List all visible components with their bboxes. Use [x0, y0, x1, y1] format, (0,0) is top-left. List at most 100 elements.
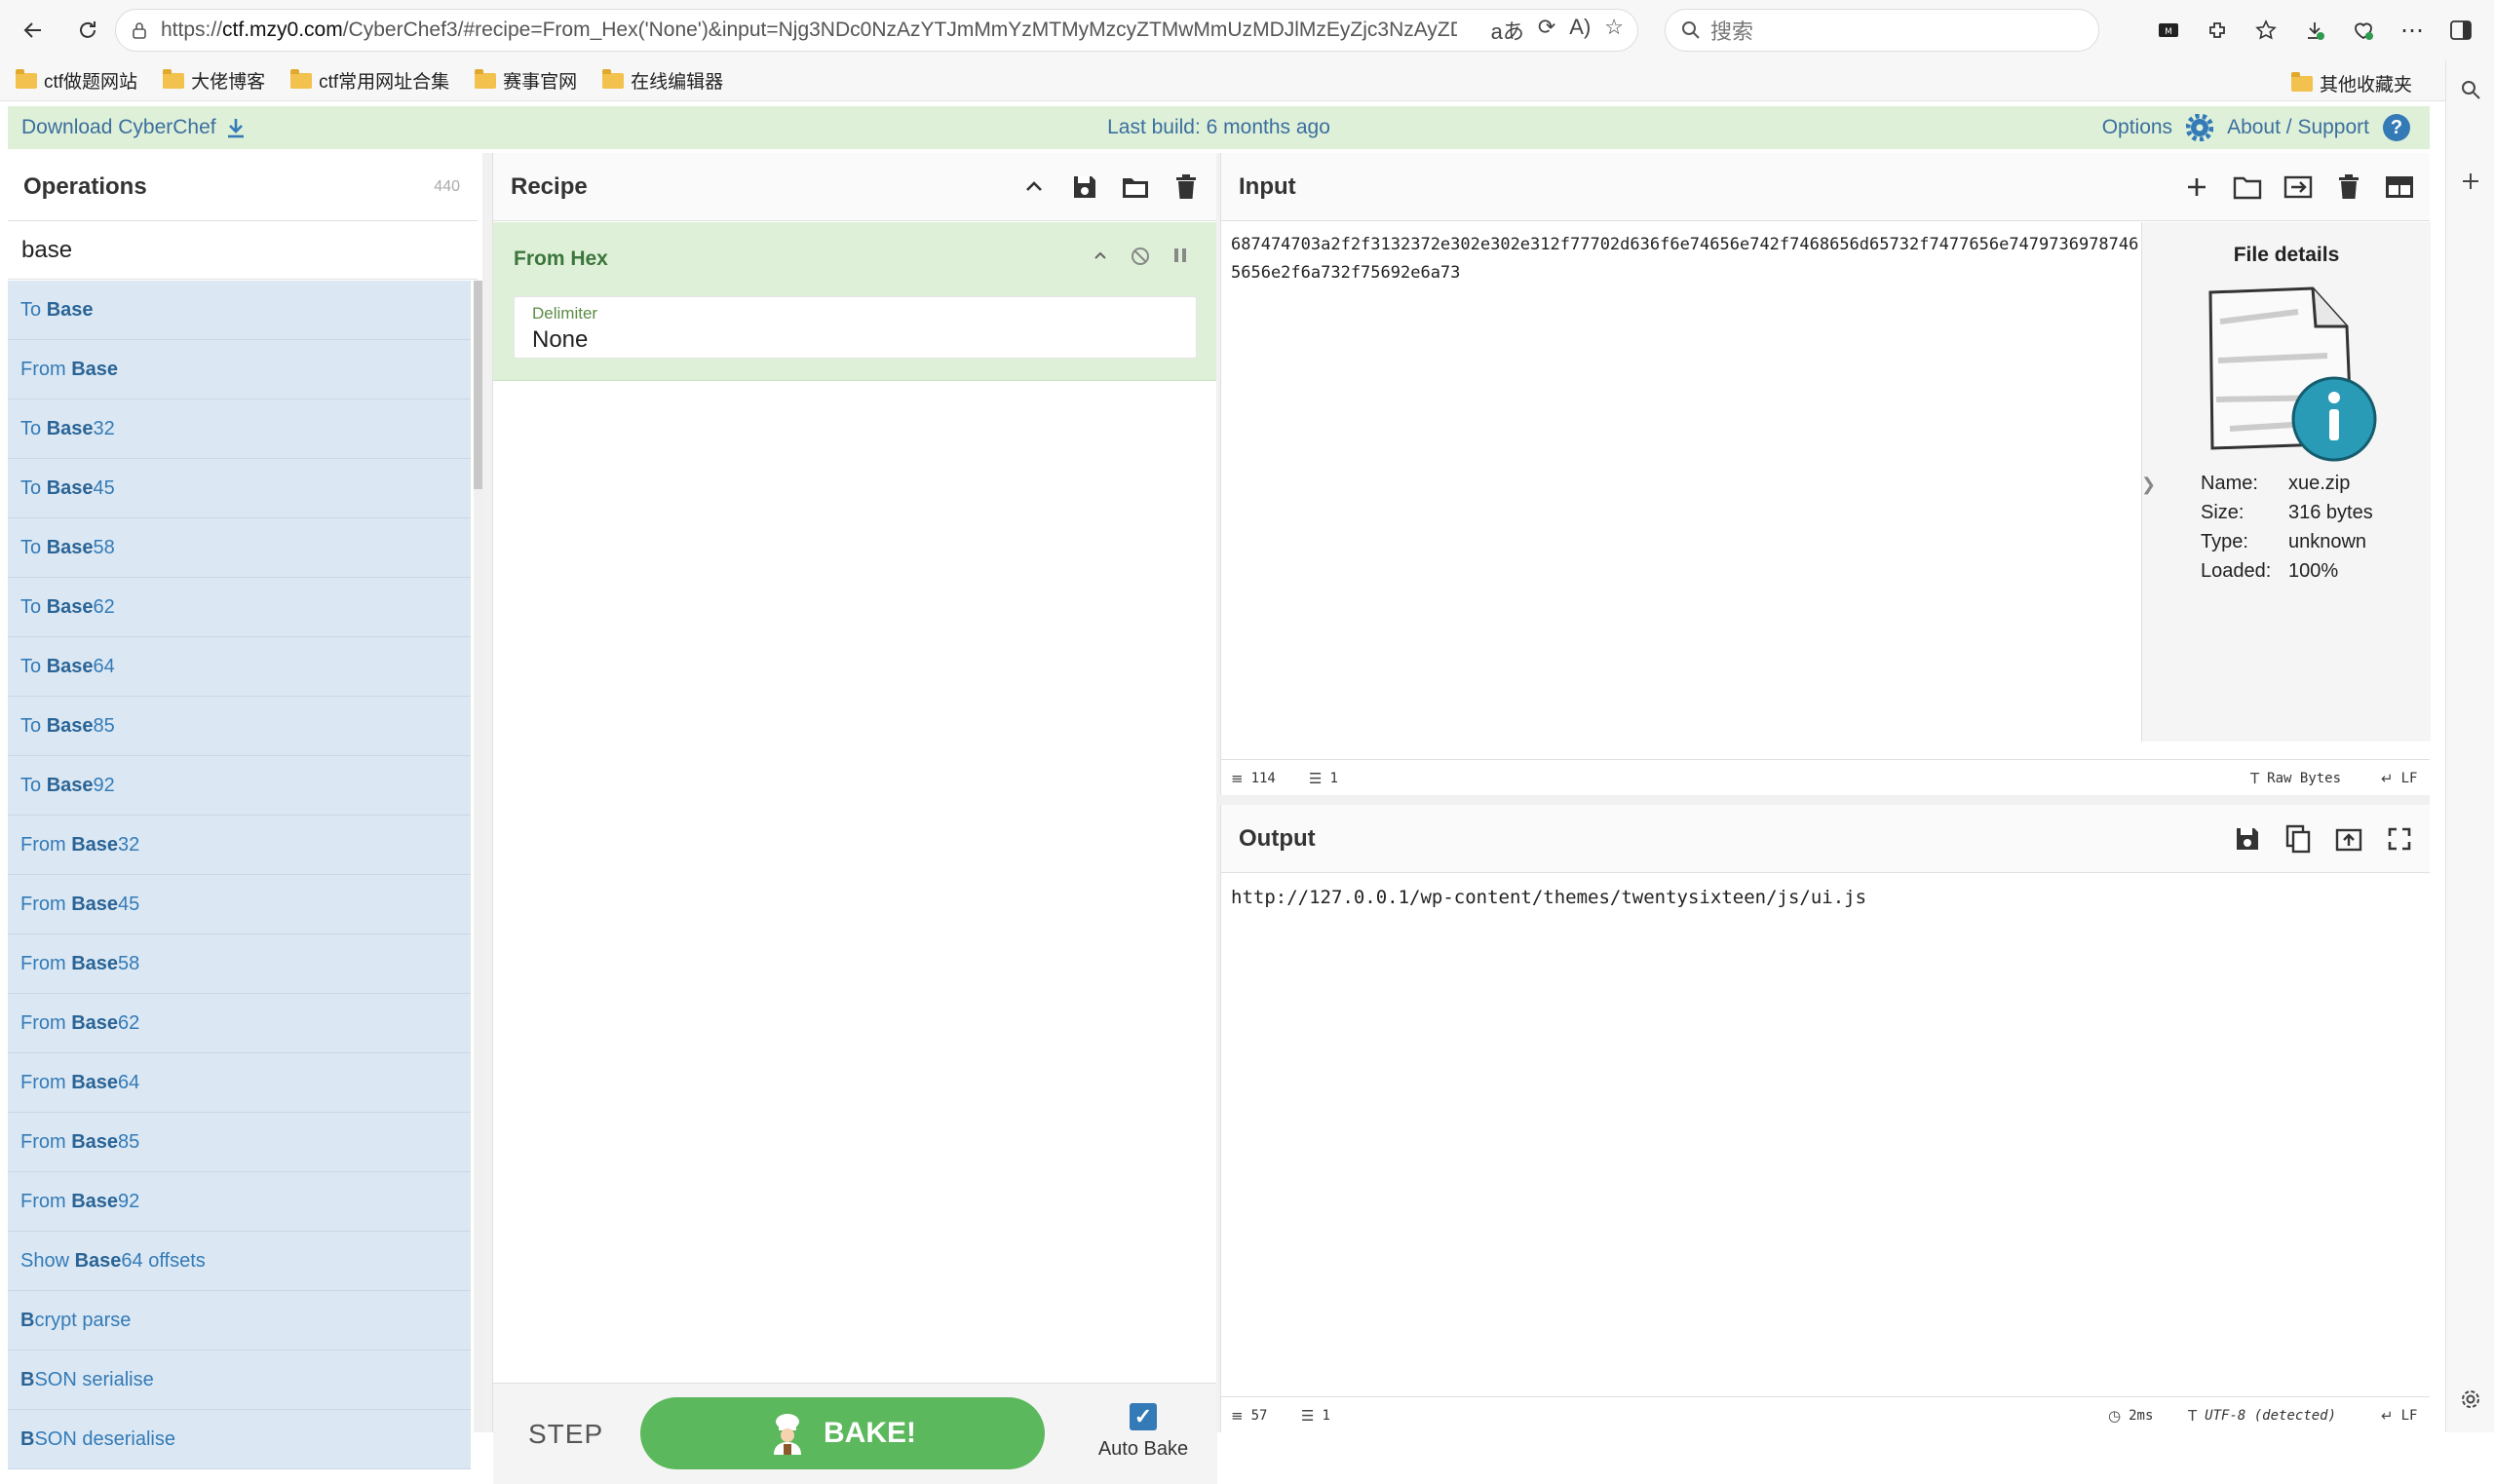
output-title: Output [1239, 824, 1316, 852]
operation-list-item[interactable]: To Base 92 [8, 756, 471, 816]
file-type: unknown [2288, 531, 2367, 552]
bookmark-folder[interactable]: ctf常用网址合集 [290, 67, 449, 94]
reload-button[interactable] [66, 9, 109, 52]
add-tab-icon[interactable] [2180, 171, 2213, 204]
clock-icon: ◷ [2108, 1407, 2122, 1425]
more-options-icon[interactable]: ⋯ [2391, 9, 2434, 52]
browser-essentials-icon[interactable] [2342, 9, 2385, 52]
operation-list-item[interactable]: To Base 45 [8, 459, 471, 518]
bake-button[interactable]: BAKE! [640, 1397, 1045, 1469]
settings-gear-icon[interactable] [2459, 1388, 2482, 1411]
delimiter-field[interactable]: Delimiter None [514, 296, 1197, 359]
operation-list-item[interactable]: B SON serialise [8, 1351, 471, 1410]
operation-list-item[interactable]: To Base 64 [8, 637, 471, 697]
copy-icon[interactable] [2282, 822, 2315, 856]
operation-list-item[interactable]: Show Base 64 offsets [8, 1232, 471, 1291]
operation-list-item[interactable]: To Base 85 [8, 697, 471, 756]
input-textarea[interactable]: 687474703a2f2f3132372e302e302e312f77702d… [1231, 231, 2139, 287]
open-folder-icon[interactable] [2231, 171, 2264, 204]
address-bar[interactable]: https://ctf.mzy0.com/CyberChef3/#recipe=… [115, 9, 1638, 52]
recipe-operation-from-hex[interactable]: From Hex Delimiter None [493, 222, 1217, 381]
operation-list-item[interactable]: From Base 32 [8, 816, 471, 875]
operation-list-item[interactable]: Bcrypt parse [8, 1291, 471, 1351]
refresh-page-icon[interactable]: ⟳ [1538, 15, 1555, 46]
output-text[interactable]: http://127.0.0.1/wp-content/themes/twent… [1231, 887, 1866, 908]
gear-icon[interactable] [2186, 114, 2214, 141]
sidebar-toggle-icon[interactable] [2439, 9, 2482, 52]
eol-icon: ↵ [2381, 770, 2394, 787]
bookmark-folder[interactable]: 在线编辑器 [602, 67, 723, 94]
operation-list-item[interactable]: To Base 62 [8, 578, 471, 637]
resize-gutter[interactable] [1220, 795, 2430, 805]
add-sidebar-icon[interactable] [2459, 170, 2482, 193]
save-icon[interactable] [1068, 171, 1101, 204]
bookmark-folder[interactable]: 大佬博客 [163, 67, 265, 94]
operation-list-item[interactable]: From Base [8, 340, 471, 400]
trash-icon[interactable] [1170, 171, 1203, 204]
read-aloud-icon[interactable]: A) [1569, 15, 1591, 46]
bookmark-folder[interactable]: 赛事官网 [475, 67, 577, 94]
input-lines: 1 [1329, 771, 1338, 786]
operation-list-item[interactable]: To Base 32 [8, 400, 471, 459]
bookmark-folder[interactable]: ctf做题网站 [16, 67, 137, 94]
back-button[interactable] [12, 9, 55, 52]
folder-open-icon[interactable] [1119, 171, 1152, 204]
operation-list-item[interactable]: From Base 58 [8, 934, 471, 994]
search-sidebar-icon[interactable] [2459, 78, 2482, 101]
help-icon[interactable]: ? [2383, 114, 2410, 141]
operations-header: Operations 440 [8, 153, 478, 221]
chevron-right-icon[interactable]: ❯ [2141, 475, 2156, 510]
replace-input-icon[interactable] [2332, 822, 2365, 856]
download-icon [227, 119, 244, 138]
length-icon: ≡ [1231, 770, 1244, 787]
translate-icon[interactable]: aあ [1491, 15, 1524, 46]
media-icon[interactable]: M [2147, 9, 2190, 52]
step-button[interactable]: STEP [528, 1419, 603, 1450]
output-length: 57 [1250, 1408, 1268, 1424]
browser-toolbar: https://ctf.mzy0.com/CyberChef3/#recipe=… [0, 0, 2494, 60]
output-header: Output [1221, 805, 2430, 873]
operation-list-item[interactable]: From Base 64 [8, 1053, 471, 1113]
favorite-star-icon[interactable]: ☆ [1604, 15, 1624, 46]
download-link[interactable]: Download CyberChef [21, 116, 246, 139]
maximize-icon[interactable] [2383, 822, 2416, 856]
operation-list-item[interactable]: From Base 85 [8, 1113, 471, 1172]
layout-icon[interactable] [2383, 171, 2416, 204]
lock-icon [133, 22, 146, 39]
operations-search-input[interactable]: base [8, 221, 478, 280]
favorites-icon[interactable] [2245, 9, 2287, 52]
operation-list-item[interactable]: To Base [8, 281, 471, 340]
bake-time: 2ms [2129, 1408, 2154, 1424]
operation-list-item[interactable]: From Base 45 [8, 875, 471, 934]
folder-icon [475, 68, 497, 89]
folder-icon [163, 68, 185, 89]
operation-list-item[interactable]: B SON deserialise [8, 1410, 471, 1469]
output-eol[interactable]: LF [2401, 1408, 2418, 1424]
operation-list-item[interactable]: From Base 62 [8, 994, 471, 1053]
operations-count: 440 [434, 177, 460, 195]
extensions-icon[interactable] [2196, 9, 2239, 52]
file-loaded: 100% [2288, 560, 2339, 582]
open-file-icon[interactable] [2282, 171, 2315, 204]
save-icon[interactable] [2231, 822, 2264, 856]
trash-icon[interactable] [2332, 171, 2365, 204]
input-title: Input [1239, 172, 1296, 200]
options-link[interactable]: Options [2102, 116, 2172, 139]
disable-icon[interactable] [1130, 246, 1151, 267]
file-details-table: Name: xue.zip Size: 316 bytes Type: unknown… [2201, 473, 2373, 590]
chevron-up-icon[interactable] [1017, 171, 1051, 204]
operation-list-item[interactable]: To Base 58 [8, 518, 471, 578]
resize-gutter[interactable] [482, 153, 492, 1432]
input-pane: Input 687474703a2f2f3132372e302e302e312f… [1220, 153, 2431, 795]
pause-icon[interactable] [1170, 246, 1190, 265]
operation-list-item[interactable]: From Base 92 [8, 1172, 471, 1232]
input-eol[interactable]: LF [2401, 771, 2418, 786]
other-bookmarks-folder[interactable]: 其他收藏夹 [2290, 70, 2412, 96]
input-format[interactable]: Raw Bytes [2267, 771, 2341, 786]
downloads-icon[interactable] [2293, 9, 2336, 52]
browser-search-input[interactable]: 搜索 [1665, 9, 2099, 52]
output-encoding[interactable]: UTF-8 (detected) [2205, 1408, 2336, 1424]
chevron-up-icon[interactable] [1091, 246, 1110, 265]
about-support-link[interactable]: About / Support [2227, 116, 2369, 139]
file-size: 316 bytes [2288, 502, 2373, 523]
